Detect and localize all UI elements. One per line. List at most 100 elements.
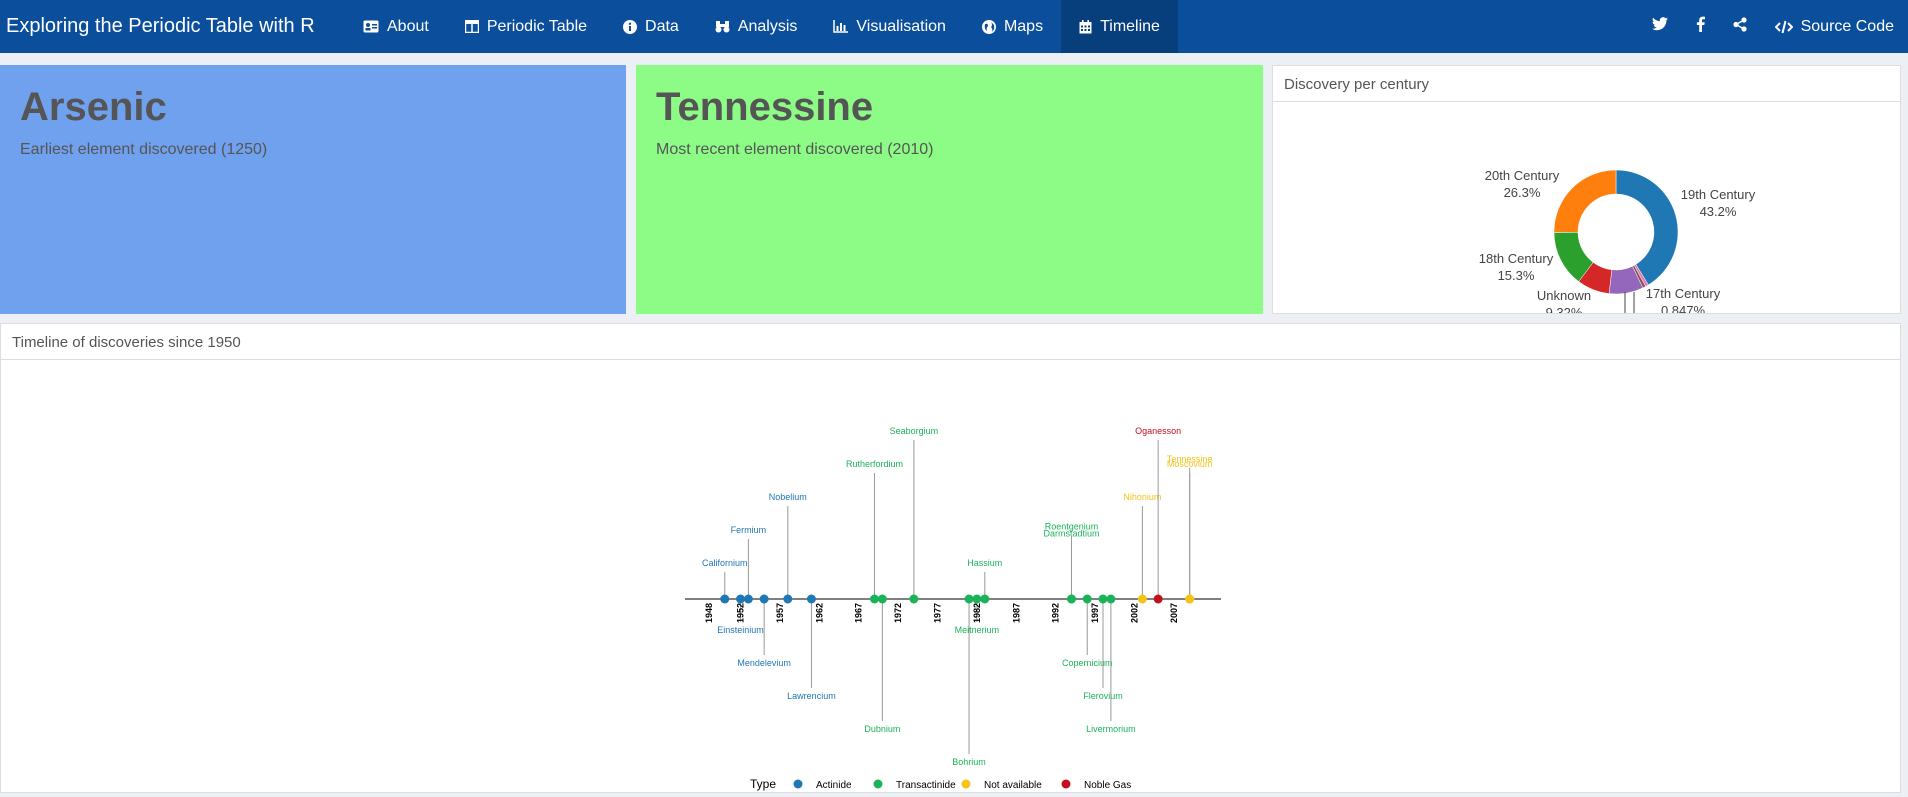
timeline-label-nihonium: Nihonium xyxy=(1123,492,1161,502)
pie-label-percent: 15.3% xyxy=(1498,268,1535,283)
legend-title: Type xyxy=(750,777,776,791)
nav-about-label: About xyxy=(387,17,429,35)
recent-element-name: Tennessine xyxy=(656,85,874,129)
globe-icon xyxy=(981,19,996,34)
legend-label-not-available: Not available xyxy=(984,780,1042,791)
legend-marker-actinide xyxy=(793,779,803,789)
timeline-tick-1952: 1952 xyxy=(736,603,746,623)
pie-label-percent: 26.3% xyxy=(1504,185,1541,200)
timeline-label-hassium: Hassium xyxy=(967,558,1002,568)
nav-analysis[interactable]: Analysis xyxy=(697,0,816,53)
pie-label-18th-century: 18th Century 15.3% xyxy=(1479,251,1554,283)
timeline-tick-1992: 1992 xyxy=(1051,603,1061,623)
timeline-label-oganesson: Oganesson xyxy=(1135,426,1181,436)
timeline-point-nobelium xyxy=(783,594,793,604)
timeline-label-californium: Californium xyxy=(702,558,748,568)
source-code-label: Source Code xyxy=(1800,17,1894,35)
legend-marker-not-available xyxy=(961,779,971,789)
code-icon xyxy=(1774,20,1793,34)
twitter-button[interactable] xyxy=(1638,0,1682,53)
timeline-tick-1967: 1967 xyxy=(854,603,864,623)
legend-label-actinide: Actinide xyxy=(816,780,852,791)
timeline-point-dubnium xyxy=(877,594,887,604)
navbar: Exploring the Periodic Table with R Abou… xyxy=(0,0,1908,53)
timeline-label-einsteinium: Einsteinium xyxy=(717,625,764,635)
timeline-tick-2007: 2007 xyxy=(1169,603,1179,623)
timeline-point-seaborgium xyxy=(909,594,919,604)
bar-chart-icon xyxy=(833,20,849,33)
pie-label-percent: 0.847% xyxy=(1661,303,1706,313)
timeline-point-hassium xyxy=(980,594,990,604)
timeline-point-einsteinium xyxy=(736,594,746,604)
legend-label-transactinide: Transactinide xyxy=(896,780,956,791)
nav-right: Source Code xyxy=(1638,0,1908,53)
source-code-button[interactable]: Source Code xyxy=(1761,0,1908,53)
pie-label-text: 18th Century xyxy=(1479,251,1554,266)
legend-marker-transactinide xyxy=(873,779,883,789)
legend-marker-noble-gas xyxy=(1061,779,1071,789)
timeline-point-californium xyxy=(720,594,730,604)
app-title: Exploring the Periodic Table with R xyxy=(6,15,315,37)
timeline-label-bohrium: Bohrium xyxy=(952,757,986,767)
pie-label-17th-century: 17th Century 0.847% xyxy=(1646,286,1721,318)
nav-maps[interactable]: Maps xyxy=(964,0,1061,53)
timeline-card-title: Timeline of discoveries since 1950 xyxy=(1,324,1900,360)
facebook-button[interactable] xyxy=(1682,0,1719,53)
timeline-point-fermium xyxy=(743,594,753,604)
timeline-label-rutherfordium: Rutherfordium xyxy=(846,459,903,469)
timeline-label-meitnerium: Meitnerium xyxy=(955,625,1000,635)
timeline-tick-1972: 1972 xyxy=(893,603,903,623)
timeline-point-rutherfordium xyxy=(869,594,879,604)
pie-label-text: 20th Century xyxy=(1485,168,1560,183)
timeline-tick-1987: 1987 xyxy=(1011,603,1021,623)
pie-label-text: 17th Century xyxy=(1646,286,1721,301)
nav-periodic-table[interactable]: Periodic Table xyxy=(447,0,605,53)
timeline-label-roentgenium: Roentgenium xyxy=(1045,522,1099,532)
nav-data[interactable]: Data xyxy=(605,0,697,53)
timeline-label-copernicium: Copernicium xyxy=(1062,658,1113,668)
facebook-icon xyxy=(1696,16,1705,37)
timeline-tick-1962: 1962 xyxy=(814,603,824,623)
pie-label-text: Unknown xyxy=(1537,288,1591,303)
century-card: Discovery per century 19th Century 43.2% 1… xyxy=(1272,65,1901,336)
nav-about[interactable]: About xyxy=(345,0,447,53)
pie-label-20th-century: 20th Century 26.3% xyxy=(1485,168,1560,200)
calendar-icon xyxy=(1079,19,1092,34)
nav-periodic-table-label: Periodic Table xyxy=(486,17,588,35)
timeline-point-copernicium xyxy=(1082,594,1092,604)
info-circle-icon xyxy=(623,19,638,34)
pie-leader-line xyxy=(1633,292,1639,323)
timeline-label-nobelium: Nobelium xyxy=(769,492,807,502)
timeline-point-meitnerium xyxy=(972,594,982,604)
pie-slice-19th-century xyxy=(1615,169,1679,286)
legend-label-noble-gas: Noble Gas xyxy=(1084,780,1131,791)
nav-visualisation[interactable]: Visualisation xyxy=(815,0,964,53)
century-card-title: Discovery per century xyxy=(1273,66,1900,102)
nav-analysis-label: Analysis xyxy=(737,17,798,35)
timeline-tick-1957: 1957 xyxy=(775,603,785,623)
timeline-point-flerovium xyxy=(1098,594,1108,604)
recent-element-box: Tennessine Most recent element discovere… xyxy=(636,65,1263,314)
century-pie-chart: 19th Century43.2%13th Century17th Centur… xyxy=(1479,168,1756,336)
share-icon xyxy=(1733,16,1747,37)
pie-label-percent: 9.32% xyxy=(1546,305,1583,313)
timeline-tick-1997: 1997 xyxy=(1090,603,1100,623)
recent-element-subtitle: Most recent element discovered (2010) xyxy=(656,141,934,158)
timeline-point-bohrium xyxy=(964,594,974,604)
pie-label-19th-century: 19th Century 43.2% xyxy=(1681,187,1756,219)
timeline-label-fermium: Fermium xyxy=(731,525,767,535)
pie-label-text: 19th Century xyxy=(1681,187,1756,202)
nav-timeline-label: Timeline xyxy=(1100,17,1160,35)
earliest-element-name: Arsenic xyxy=(20,85,167,129)
timeline-label-tennessine: Tennessine xyxy=(1167,454,1213,464)
earliest-element-subtitle: Earliest element discovered (1250) xyxy=(20,141,268,158)
pie-label-unknown: Unknown 9.32% xyxy=(1537,288,1591,320)
twitter-icon xyxy=(1651,17,1668,36)
timeline-tick-2002: 2002 xyxy=(1130,603,1140,623)
pie-slice-20th-century xyxy=(1553,169,1617,233)
nav-timeline[interactable]: Timeline xyxy=(1061,0,1178,53)
share-button[interactable] xyxy=(1719,0,1761,53)
timeline-label-mendelevium: Mendelevium xyxy=(737,658,791,668)
earliest-element-box: Arsenic Earliest element discovered (125… xyxy=(0,65,626,314)
timeline-point-tennessine xyxy=(1185,594,1195,604)
